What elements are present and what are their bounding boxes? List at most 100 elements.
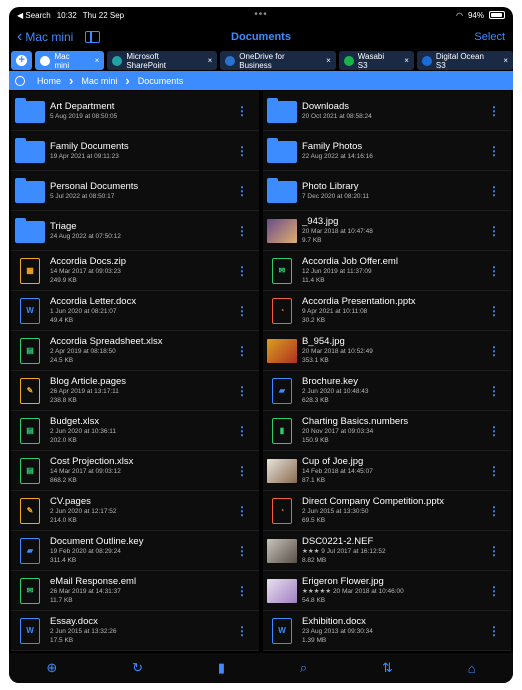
bookmark-icon[interactable]: ▮ (218, 660, 225, 676)
excel-file-icon: ▤ (15, 337, 45, 364)
file-row[interactable]: Downloads 20 Oct 2021 at 08:58:24 ⋮ (263, 91, 511, 131)
more-options-icon[interactable]: ⋮ (487, 145, 501, 157)
file-name: Art Department (50, 100, 115, 112)
file-info: Document Outline.key 19 Feb 2020 at 08:29… (50, 536, 235, 565)
more-options-icon[interactable]: ⋮ (235, 225, 249, 237)
file-row[interactable]: W Essay.docx 2 Jun 2015 at 13:32:26 17.5 KB… (11, 611, 259, 651)
breadcrumb-mac-mini[interactable]: Mac mini (81, 76, 117, 86)
more-options-icon[interactable]: ⋮ (487, 345, 501, 357)
more-options-icon[interactable]: ⋮ (235, 585, 249, 597)
file-row[interactable]: DSC0221-2.NEF ★★★ 9 Jul 2017 at 16:12:52 8… (263, 531, 511, 571)
more-options-icon[interactable]: ⋮ (235, 385, 249, 397)
multitasking-dots[interactable]: ••• (254, 9, 268, 20)
breadcrumb-home[interactable]: Home (37, 76, 61, 86)
file-info: _943.jpg 20 Mar 2018 at 10:47:48 9.7 KB (302, 216, 487, 245)
close-icon[interactable]: × (398, 56, 409, 65)
more-options-icon[interactable]: ⋮ (235, 145, 249, 157)
add-tab-button[interactable]: + (11, 51, 33, 70)
more-options-icon[interactable]: ⋮ (487, 425, 501, 437)
more-options-icon[interactable]: ⋮ (487, 105, 501, 117)
file-info: Brochure.key 2 Jun 2020 at 10:48:43 628.3 … (302, 376, 487, 405)
file-name: Brochure.key (302, 376, 358, 387)
close-icon[interactable]: × (497, 56, 508, 65)
file-row[interactable]: W Exhibition.docx 23 Aug 2013 at 09:30:34 1… (263, 611, 511, 651)
file-row[interactable]: Personal Documents 5 Jul 2022 at 08:50:17… (11, 171, 259, 211)
page-title: Documents (231, 31, 291, 43)
more-options-icon[interactable]: ⋮ (235, 425, 249, 437)
file-info: eMail Response.eml 26 Mar 2019 at 14:31:3… (50, 576, 235, 605)
file-row[interactable]: Photo Library 7 Dec 2020 at 08:20:11 ⋮ (263, 171, 511, 211)
tab-digital-ocean-s3[interactable]: Digital Ocean S3 × (416, 51, 513, 70)
more-options-icon[interactable]: ⋮ (487, 505, 501, 517)
file-row[interactable]: ✉ eMail Response.eml 26 Mar 2019 at 14:31:… (11, 571, 259, 611)
more-options-icon[interactable]: ⋮ (235, 265, 249, 277)
more-options-icon[interactable]: ⋮ (487, 465, 501, 477)
add-icon[interactable]: ⊕ (46, 660, 57, 676)
close-icon[interactable]: × (89, 56, 100, 65)
file-row[interactable]: ◔ Accordia Presentation.pptx 9 Apr 2021 at… (263, 291, 511, 331)
back-button[interactable]: ‹ Mac mini (17, 29, 73, 45)
battery-icon (489, 11, 505, 19)
file-size: 17.5 KB (50, 637, 74, 644)
file-row[interactable]: Family Documents 19 Apr 2021 at 09:11:23 ⋮ (11, 131, 259, 171)
file-row[interactable]: ▤ Cost Projection.xlsx 14 Mar 2017 at 09:0… (11, 451, 259, 491)
file-row[interactable]: ▤ Accordia Spreadsheet.xlsx 2 Apr 2019 at … (11, 331, 259, 371)
refresh-icon[interactable]: ↻ (132, 660, 143, 676)
file-row[interactable]: ◔ Direct Company Competition.pptx 2 Jun 20… (263, 491, 511, 531)
tab-microsoft-sharepoint[interactable]: Microsoft SharePoint × (107, 51, 218, 70)
file-row[interactable]: ✎ Blog Article.pages 26 Apr 2019 at 13:17:… (11, 371, 259, 411)
file-row[interactable]: Cup of Joe.jpg 14 Feb 2018 at 14:45:07 87.… (263, 451, 511, 491)
file-row[interactable]: Family Photos 22 Aug 2022 at 14:16:16 ⋮ (263, 131, 511, 171)
chevron-right-icon: › (125, 73, 130, 88)
more-options-icon[interactable]: ⋮ (235, 185, 249, 197)
more-options-icon[interactable]: ⋮ (235, 345, 249, 357)
file-row[interactable]: ▰ Brochure.key 2 Jun 2020 at 10:48:43 628.3… (263, 371, 511, 411)
file-row[interactable]: ✎ CV.pages 2 Jun 2020 at 12:17:52 214.0 KB ⋮ (11, 491, 259, 531)
close-icon[interactable]: × (202, 56, 213, 65)
file-row[interactable]: Triage 24 Aug 2022 at 07:50:12 ⋮ (11, 211, 259, 251)
status-time: 10:32 (56, 10, 77, 20)
file-row[interactable]: ▮ Charting Basics.numbers 20 Nov 2017 at 0… (263, 411, 511, 451)
tab-onedrive-for-business[interactable]: OneDrive for Business × (220, 51, 336, 70)
more-options-icon[interactable]: ⋮ (487, 185, 501, 197)
device-frame: ◀ Search 10:32 Thu 22 Sep ••• ◠ 94% ‹ Ma… (9, 7, 513, 683)
file-row[interactable]: ▦ Accordia Docs.zip 14 Mar 2017 at 09:03:2… (11, 251, 259, 291)
more-options-icon[interactable]: ⋮ (235, 305, 249, 317)
file-row[interactable]: Art Department 5 Aug 2019 at 08:50:05 ⋮ (11, 91, 259, 131)
file-row[interactable]: ▤ Budget.xlsx 2 Jun 2020 at 10:36:11 202.0 … (11, 411, 259, 451)
more-options-icon[interactable]: ⋮ (487, 385, 501, 397)
more-options-icon[interactable]: ⋮ (487, 265, 501, 277)
more-options-icon[interactable]: ⋮ (235, 625, 249, 637)
file-row[interactable]: B_954.jpg 20 Mar 2018 at 10:52:49 353.1 KB… (263, 331, 511, 371)
more-options-icon[interactable]: ⋮ (235, 465, 249, 477)
more-options-icon[interactable]: ⋮ (487, 585, 501, 597)
tab-wasabi-s3[interactable]: Wasabi S3 × (338, 51, 414, 70)
file-info: CV.pages 2 Jun 2020 at 12:17:52 214.0 KB (50, 496, 235, 525)
tab-mac-mini[interactable]: Mac mini × (35, 51, 105, 70)
file-date: 5 Jul 2022 at 08:50:17 (50, 192, 115, 200)
sidebar-toggle-icon[interactable] (85, 31, 101, 43)
file-row[interactable]: Erigeron Flower.jpg ★★★★★ 20 Mar 2018 at … (263, 571, 511, 611)
more-options-icon[interactable]: ⋮ (235, 505, 249, 517)
more-options-icon[interactable]: ⋮ (487, 545, 501, 557)
file-date: 26 Apr 2019 at 13:17:11 (50, 388, 119, 395)
file-row[interactable]: ✉ Accordia Job Offer.eml 12 Jun 2019 at 11… (263, 251, 511, 291)
more-options-icon[interactable]: ⋮ (487, 305, 501, 317)
more-options-icon[interactable]: ⋮ (235, 105, 249, 117)
file-row[interactable]: W Accordia Letter.docx 1 Jun 2020 at 08:21… (11, 291, 259, 331)
select-button[interactable]: Select (474, 31, 505, 43)
file-size: 30.2 KB (302, 317, 326, 324)
search-icon[interactable]: ⌕ (300, 660, 307, 676)
close-icon[interactable]: × (320, 56, 331, 65)
history-icon[interactable] (15, 75, 25, 86)
sort-icon[interactable]: ⇅ (382, 660, 393, 676)
file-size: 249.9 KB (50, 277, 77, 284)
file-row[interactable]: ▰ Document Outline.key 19 Feb 2020 at 08:2… (11, 531, 259, 571)
more-options-icon[interactable]: ⋮ (235, 545, 249, 557)
home-icon[interactable]: ⌂ (468, 661, 476, 676)
breadcrumb-documents[interactable]: Documents (138, 76, 184, 86)
status-back-search[interactable]: ◀ Search (17, 11, 51, 20)
file-row[interactable]: _943.jpg 20 Mar 2018 at 10:47:48 9.7 KB ⋮ (263, 211, 511, 251)
more-options-icon[interactable]: ⋮ (487, 225, 501, 237)
more-options-icon[interactable]: ⋮ (487, 625, 501, 637)
